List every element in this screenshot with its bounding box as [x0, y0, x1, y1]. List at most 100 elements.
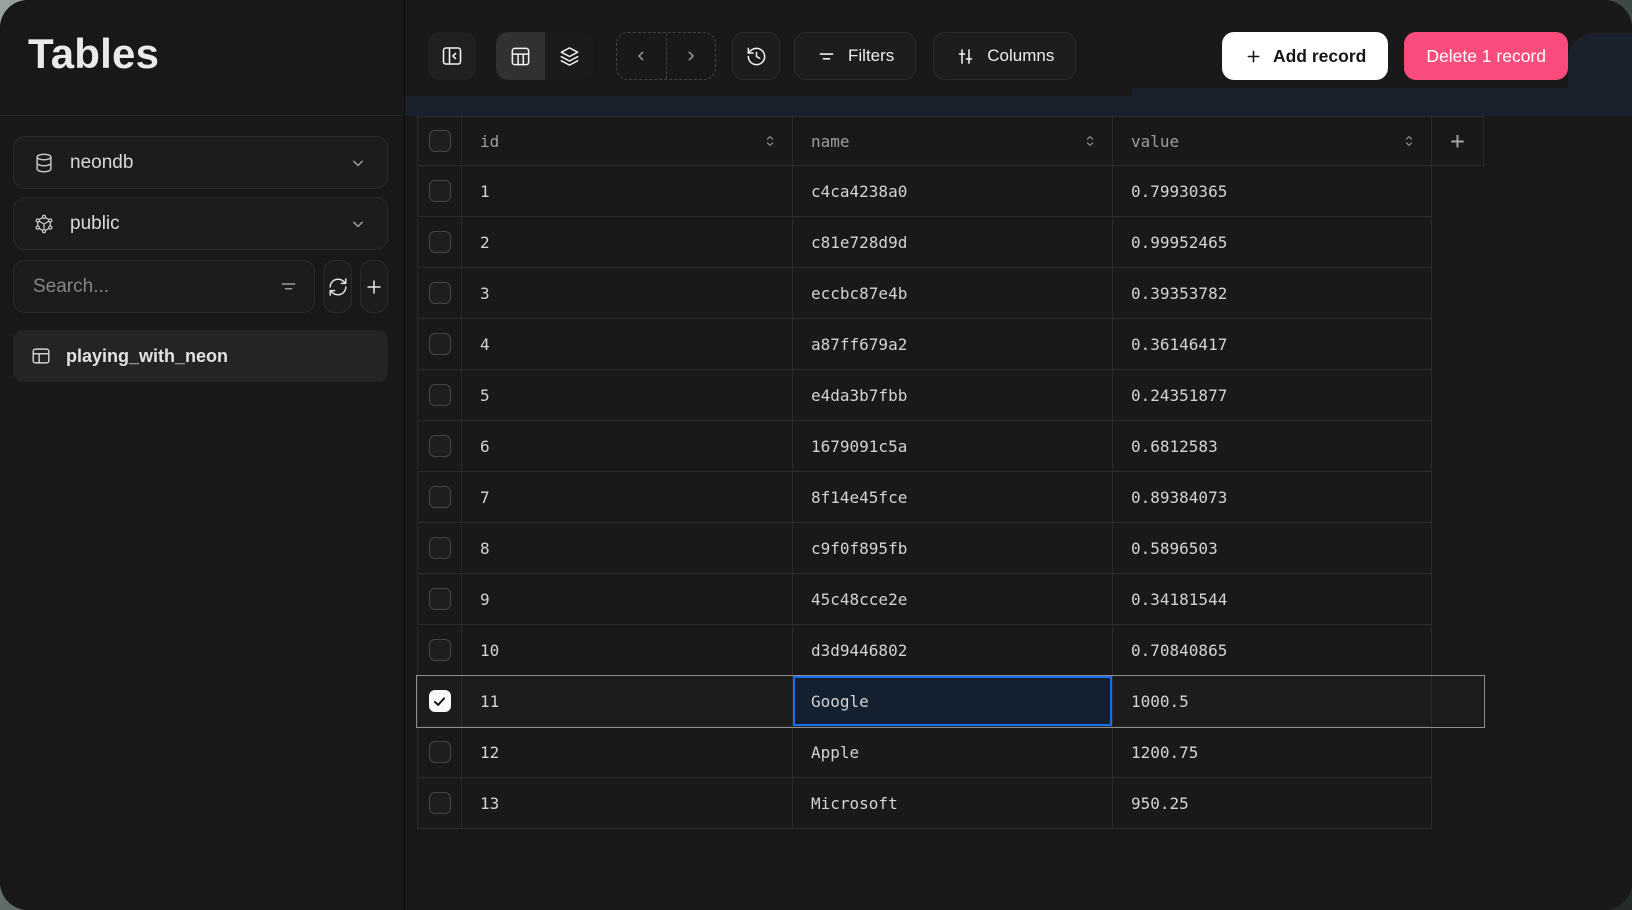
row-checkbox-cell[interactable] — [418, 370, 462, 421]
cell-id[interactable]: 7 — [462, 472, 793, 523]
cell-name[interactable]: Microsoft — [793, 778, 1113, 829]
column-header-id[interactable]: id — [462, 117, 793, 166]
column-header-label: id — [480, 132, 499, 151]
row-checkbox-cell[interactable] — [418, 778, 462, 829]
cell-id[interactable]: 3 — [462, 268, 793, 319]
row-checkbox-cell[interactable] — [418, 574, 462, 625]
checkbox[interactable] — [429, 231, 451, 253]
sort-icon[interactable] — [1400, 132, 1418, 150]
cell-value[interactable]: 0.79930365 — [1113, 166, 1432, 217]
cell-id[interactable]: 5 — [462, 370, 793, 421]
select-all-checkbox[interactable] — [418, 117, 462, 166]
search-box[interactable] — [13, 260, 315, 313]
checkbox[interactable] — [429, 639, 451, 661]
refresh-icon — [327, 276, 349, 298]
column-header-name[interactable]: name — [793, 117, 1113, 166]
row-checkbox-cell[interactable] — [418, 523, 462, 574]
collapse-sidebar-button[interactable] — [428, 32, 476, 80]
cell-value[interactable]: 0.39353782 — [1113, 268, 1432, 319]
prev-page-button[interactable] — [617, 33, 666, 79]
cell-value[interactable]: 1000.5 — [1113, 676, 1432, 727]
next-page-button[interactable] — [666, 33, 716, 79]
search-row — [13, 260, 388, 313]
cell-value[interactable]: 0.99952465 — [1113, 217, 1432, 268]
table-header-row: id name value — [417, 116, 1484, 166]
checkbox[interactable] — [429, 282, 451, 304]
cell-name[interactable]: a87ff679a2 — [793, 319, 1113, 370]
checkbox[interactable] — [429, 435, 451, 457]
cell-value[interactable]: 1200.75 — [1113, 727, 1432, 778]
row-checkbox-cell[interactable] — [418, 676, 462, 727]
cell-name[interactable]: e4da3b7fbb — [793, 370, 1113, 421]
cell-name[interactable]: d3d9446802 — [793, 625, 1113, 676]
checkbox[interactable] — [429, 537, 451, 559]
cell-name[interactable]: eccbc87e4b — [793, 268, 1113, 319]
layers-icon — [558, 45, 581, 68]
table-item-label: playing_with_neon — [66, 346, 228, 367]
add-column-button[interactable]: + — [1432, 117, 1484, 166]
cell-value[interactable]: 0.5896503 — [1113, 523, 1432, 574]
cell-id[interactable]: 4 — [462, 319, 793, 370]
cell-name[interactable]: Apple — [793, 727, 1113, 778]
row-checkbox-cell[interactable] — [418, 268, 462, 319]
column-header-value[interactable]: value — [1113, 117, 1432, 166]
delete-record-button[interactable]: Delete 1 record — [1404, 32, 1568, 80]
cell-id[interactable]: 13 — [462, 778, 793, 829]
refresh-button[interactable] — [323, 260, 352, 313]
cell-id[interactable]: 2 — [462, 217, 793, 268]
checkbox[interactable] — [429, 792, 451, 814]
cell-id[interactable]: 9 — [462, 574, 793, 625]
cell-id[interactable]: 8 — [462, 523, 793, 574]
sort-icon[interactable] — [1081, 132, 1099, 150]
filters-button[interactable]: Filters — [794, 32, 916, 80]
checkbox[interactable] — [429, 588, 451, 610]
cell-value[interactable]: 0.24351877 — [1113, 370, 1432, 421]
history-button[interactable] — [732, 32, 780, 80]
cell-value[interactable]: 950.25 — [1113, 778, 1432, 829]
row-checkbox-cell[interactable] — [418, 472, 462, 523]
search-input[interactable] — [33, 276, 278, 298]
cell-name[interactable]: 45c48cce2e — [793, 574, 1113, 625]
page-title: Tables — [28, 30, 376, 78]
cell-name[interactable]: c9f0f895fb — [793, 523, 1113, 574]
cell-id[interactable]: 12 — [462, 727, 793, 778]
checkbox[interactable] — [429, 130, 451, 152]
row-checkbox-cell[interactable] — [418, 166, 462, 217]
cell-value[interactable]: 0.6812583 — [1113, 421, 1432, 472]
add-record-button[interactable]: Add record — [1222, 32, 1388, 80]
cell-id[interactable]: 6 — [462, 421, 793, 472]
row-checkbox-cell[interactable] — [418, 421, 462, 472]
checkbox[interactable] — [429, 333, 451, 355]
cell-value[interactable]: 0.70840865 — [1113, 625, 1432, 676]
table-row: 13Microsoft950.25 — [417, 778, 1484, 829]
checkbox[interactable] — [429, 384, 451, 406]
sidebar-item-playing-with-neon[interactable]: playing_with_neon — [13, 330, 388, 382]
columns-button[interactable]: Columns — [933, 32, 1076, 80]
cell-name[interactable]: c4ca4238a0 — [793, 166, 1113, 217]
cell-value[interactable]: 0.36146417 — [1113, 319, 1432, 370]
database-select[interactable]: neondb — [13, 136, 388, 189]
layers-view-toggle[interactable] — [545, 32, 594, 80]
row-checkbox-cell[interactable] — [418, 727, 462, 778]
cell-name[interactable]: Google — [793, 676, 1113, 727]
cell-id[interactable]: 11 — [462, 676, 793, 727]
add-table-button[interactable] — [360, 260, 388, 313]
schema-select[interactable]: public — [13, 197, 388, 250]
row-checkbox-cell[interactable] — [418, 319, 462, 370]
grid-view-toggle[interactable] — [496, 32, 545, 80]
cell-id[interactable]: 10 — [462, 625, 793, 676]
cell-value[interactable]: 0.34181544 — [1113, 574, 1432, 625]
sort-icon[interactable] — [761, 132, 779, 150]
row-checkbox-cell[interactable] — [418, 625, 462, 676]
checkbox[interactable] — [429, 486, 451, 508]
checkbox[interactable] — [429, 180, 451, 202]
cell-value[interactable]: 0.89384073 — [1113, 472, 1432, 523]
add-record-label: Add record — [1273, 46, 1366, 67]
checkbox[interactable] — [429, 741, 451, 763]
cell-name[interactable]: c81e728d9d — [793, 217, 1113, 268]
checkbox-checked[interactable] — [429, 690, 451, 712]
cell-name[interactable]: 1679091c5a — [793, 421, 1113, 472]
row-checkbox-cell[interactable] — [418, 217, 462, 268]
cell-id[interactable]: 1 — [462, 166, 793, 217]
cell-name[interactable]: 8f14e45fce — [793, 472, 1113, 523]
